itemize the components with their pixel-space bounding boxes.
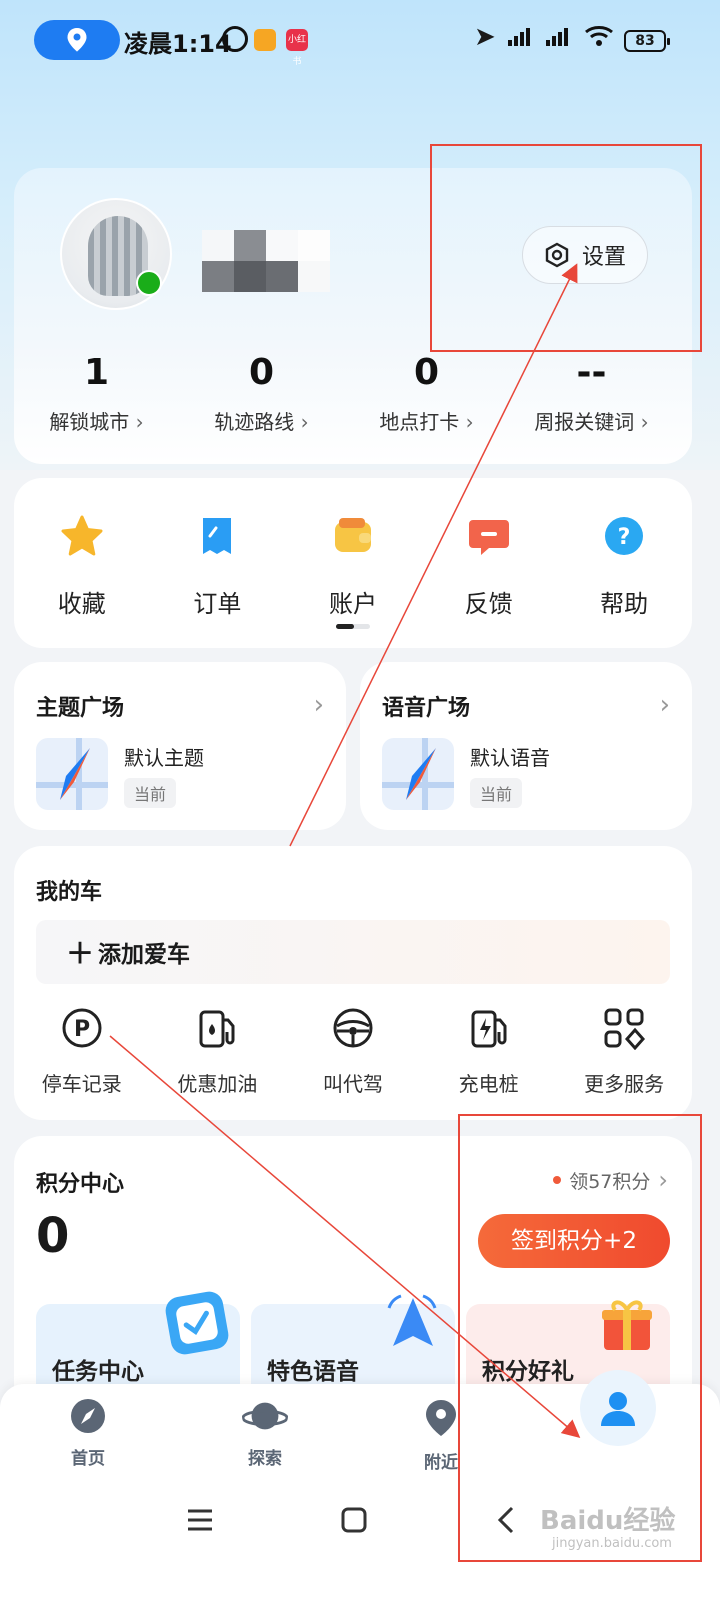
arrow-to-mine xyxy=(109,1035,581,1438)
watermark-url: jingyan.baidu.com xyxy=(552,1536,672,1551)
baidu-watermark: Baidu经验 xyxy=(540,1506,676,1536)
annotation-arrows xyxy=(109,263,581,1438)
arrow-to-settings xyxy=(289,263,578,847)
